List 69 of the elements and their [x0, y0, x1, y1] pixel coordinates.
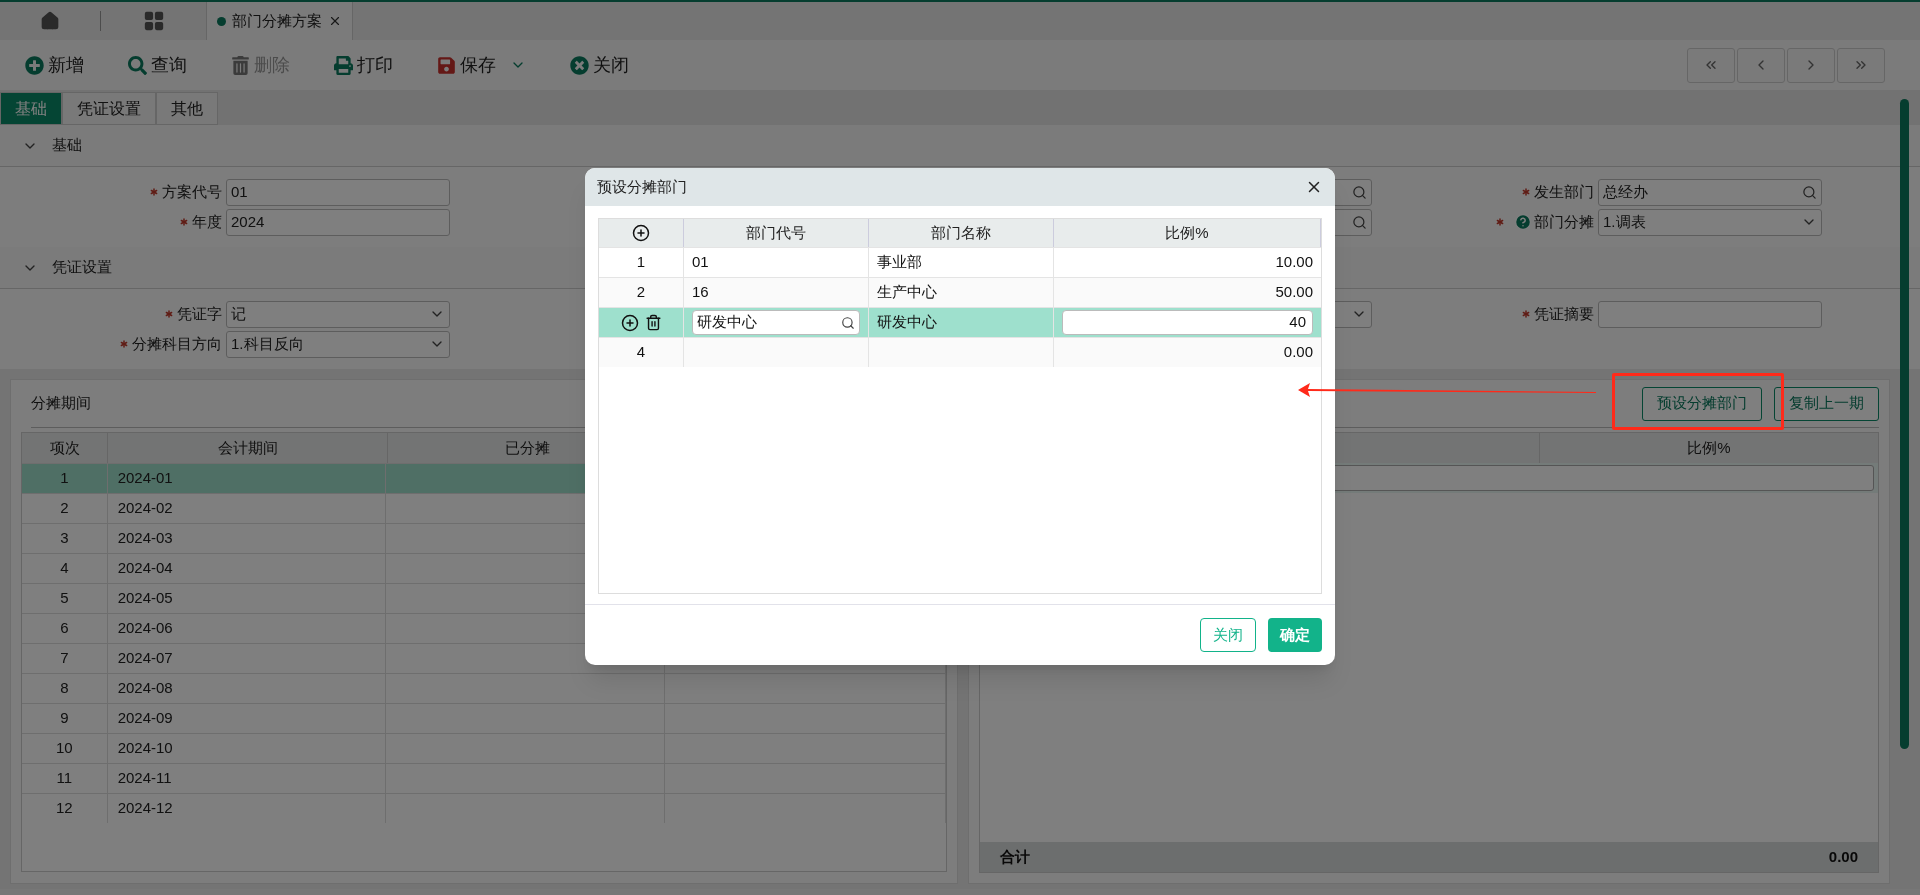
lookup-field[interactable]: 研发中心 — [692, 310, 860, 335]
input-field[interactable] — [1598, 300, 1822, 328]
table-row[interactable]: 11 2024-11 — [22, 763, 946, 793]
save-icon — [437, 55, 456, 75]
confirm-button[interactable]: 确定 — [1268, 618, 1322, 652]
table-cell-text: 01 — [692, 252, 709, 273]
toolbar-button[interactable]: 打印 — [334, 51, 393, 79]
home-icon — [40, 11, 60, 31]
tab-label: 部门分摊方案 — [232, 10, 322, 31]
row-number: 4 — [636, 342, 646, 363]
close-icon — [570, 55, 589, 75]
search-icon — [1802, 184, 1817, 200]
ratio-field[interactable]: 40 — [1062, 310, 1313, 335]
page-tab[interactable]: 凭证设置 — [62, 92, 156, 125]
table-cell: 12 — [22, 794, 108, 823]
table-row[interactable]: 9 2024-09 — [22, 703, 946, 733]
table-cell-text: 事业部 — [877, 252, 922, 273]
total-label: 合计 — [1000, 846, 1030, 867]
table-row[interactable]: 8 2024-08 — [22, 673, 946, 703]
toolbar-button[interactable]: 新增 — [25, 51, 84, 79]
search-icon — [1352, 214, 1367, 230]
field-label: 部门分摊 — [1534, 211, 1594, 232]
table-row[interactable]: 12 2024-12 — [22, 793, 946, 823]
field-label: 凭证字 — [177, 303, 222, 324]
page-tab[interactable]: 基础 — [0, 92, 62, 125]
document-tab[interactable]: 部门分摊方案 — [206, 2, 353, 40]
printer-icon — [334, 55, 353, 75]
select-field[interactable]: 记 — [226, 300, 450, 328]
input-field[interactable]: 01 — [226, 178, 450, 206]
panel-title: 分摊期间 — [31, 393, 91, 414]
table-row[interactable]: 1 01 事业部 10.00 — [599, 247, 1321, 277]
table-cell-text: 研发中心 — [877, 312, 937, 333]
dialog-title: 预设分摊部门 — [597, 176, 687, 197]
input-field[interactable]: 总经办 — [1598, 178, 1822, 206]
field-label: 年度 — [192, 211, 222, 232]
column-header: 比例% — [1686, 437, 1732, 458]
cancel-button[interactable]: 关闭 — [1200, 618, 1256, 652]
table-row[interactable]: 2 16 生产中心 50.00 — [599, 277, 1321, 307]
search-icon — [841, 315, 855, 330]
search-icon — [1352, 184, 1367, 200]
toolbar-button[interactable]: 关闭 — [570, 51, 629, 79]
select-field[interactable]: 1.科目反向 — [226, 330, 450, 358]
add-row-icon[interactable] — [620, 313, 639, 332]
search-icon — [128, 55, 147, 75]
table-cell-text: 10.00 — [1275, 252, 1313, 273]
trash-icon — [231, 55, 250, 75]
field-label: 方案代号 — [162, 181, 222, 202]
page-tab[interactable]: 其他 — [156, 92, 218, 125]
outline-button[interactable]: 复制上一期 — [1774, 386, 1880, 421]
delete-icon[interactable] — [644, 314, 662, 331]
add-row-icon[interactable] — [632, 224, 650, 242]
table-row[interactable]: 研发中心 研发中心 40 — [599, 307, 1321, 337]
scrollbar-thumb[interactable] — [1900, 99, 1910, 749]
toolbar-button[interactable]: 查询 — [128, 51, 187, 79]
field-label: 分摊科目方向 — [132, 333, 222, 354]
total-value: 0.00 — [1828, 846, 1859, 867]
table-cell: 2024-12 — [107, 794, 387, 823]
row-number: 1 — [636, 252, 646, 273]
input-field[interactable]: 2024 — [226, 208, 450, 236]
outline-button[interactable]: 预设分摊部门 — [1642, 386, 1763, 421]
help-icon[interactable] — [1514, 213, 1532, 231]
toolbar-button[interactable]: 保存 — [437, 51, 526, 79]
table-row[interactable]: 10 2024-10 — [22, 733, 946, 763]
table-row[interactable]: 4 0.00 — [599, 337, 1321, 367]
table-cell-text: 0.00 — [1283, 342, 1313, 363]
field-label: 凭证摘要 — [1534, 303, 1594, 324]
grid-icon — [142, 10, 165, 32]
select-field[interactable]: 1.调表 — [1598, 208, 1822, 236]
field-label: 发生部门 — [1534, 181, 1594, 202]
